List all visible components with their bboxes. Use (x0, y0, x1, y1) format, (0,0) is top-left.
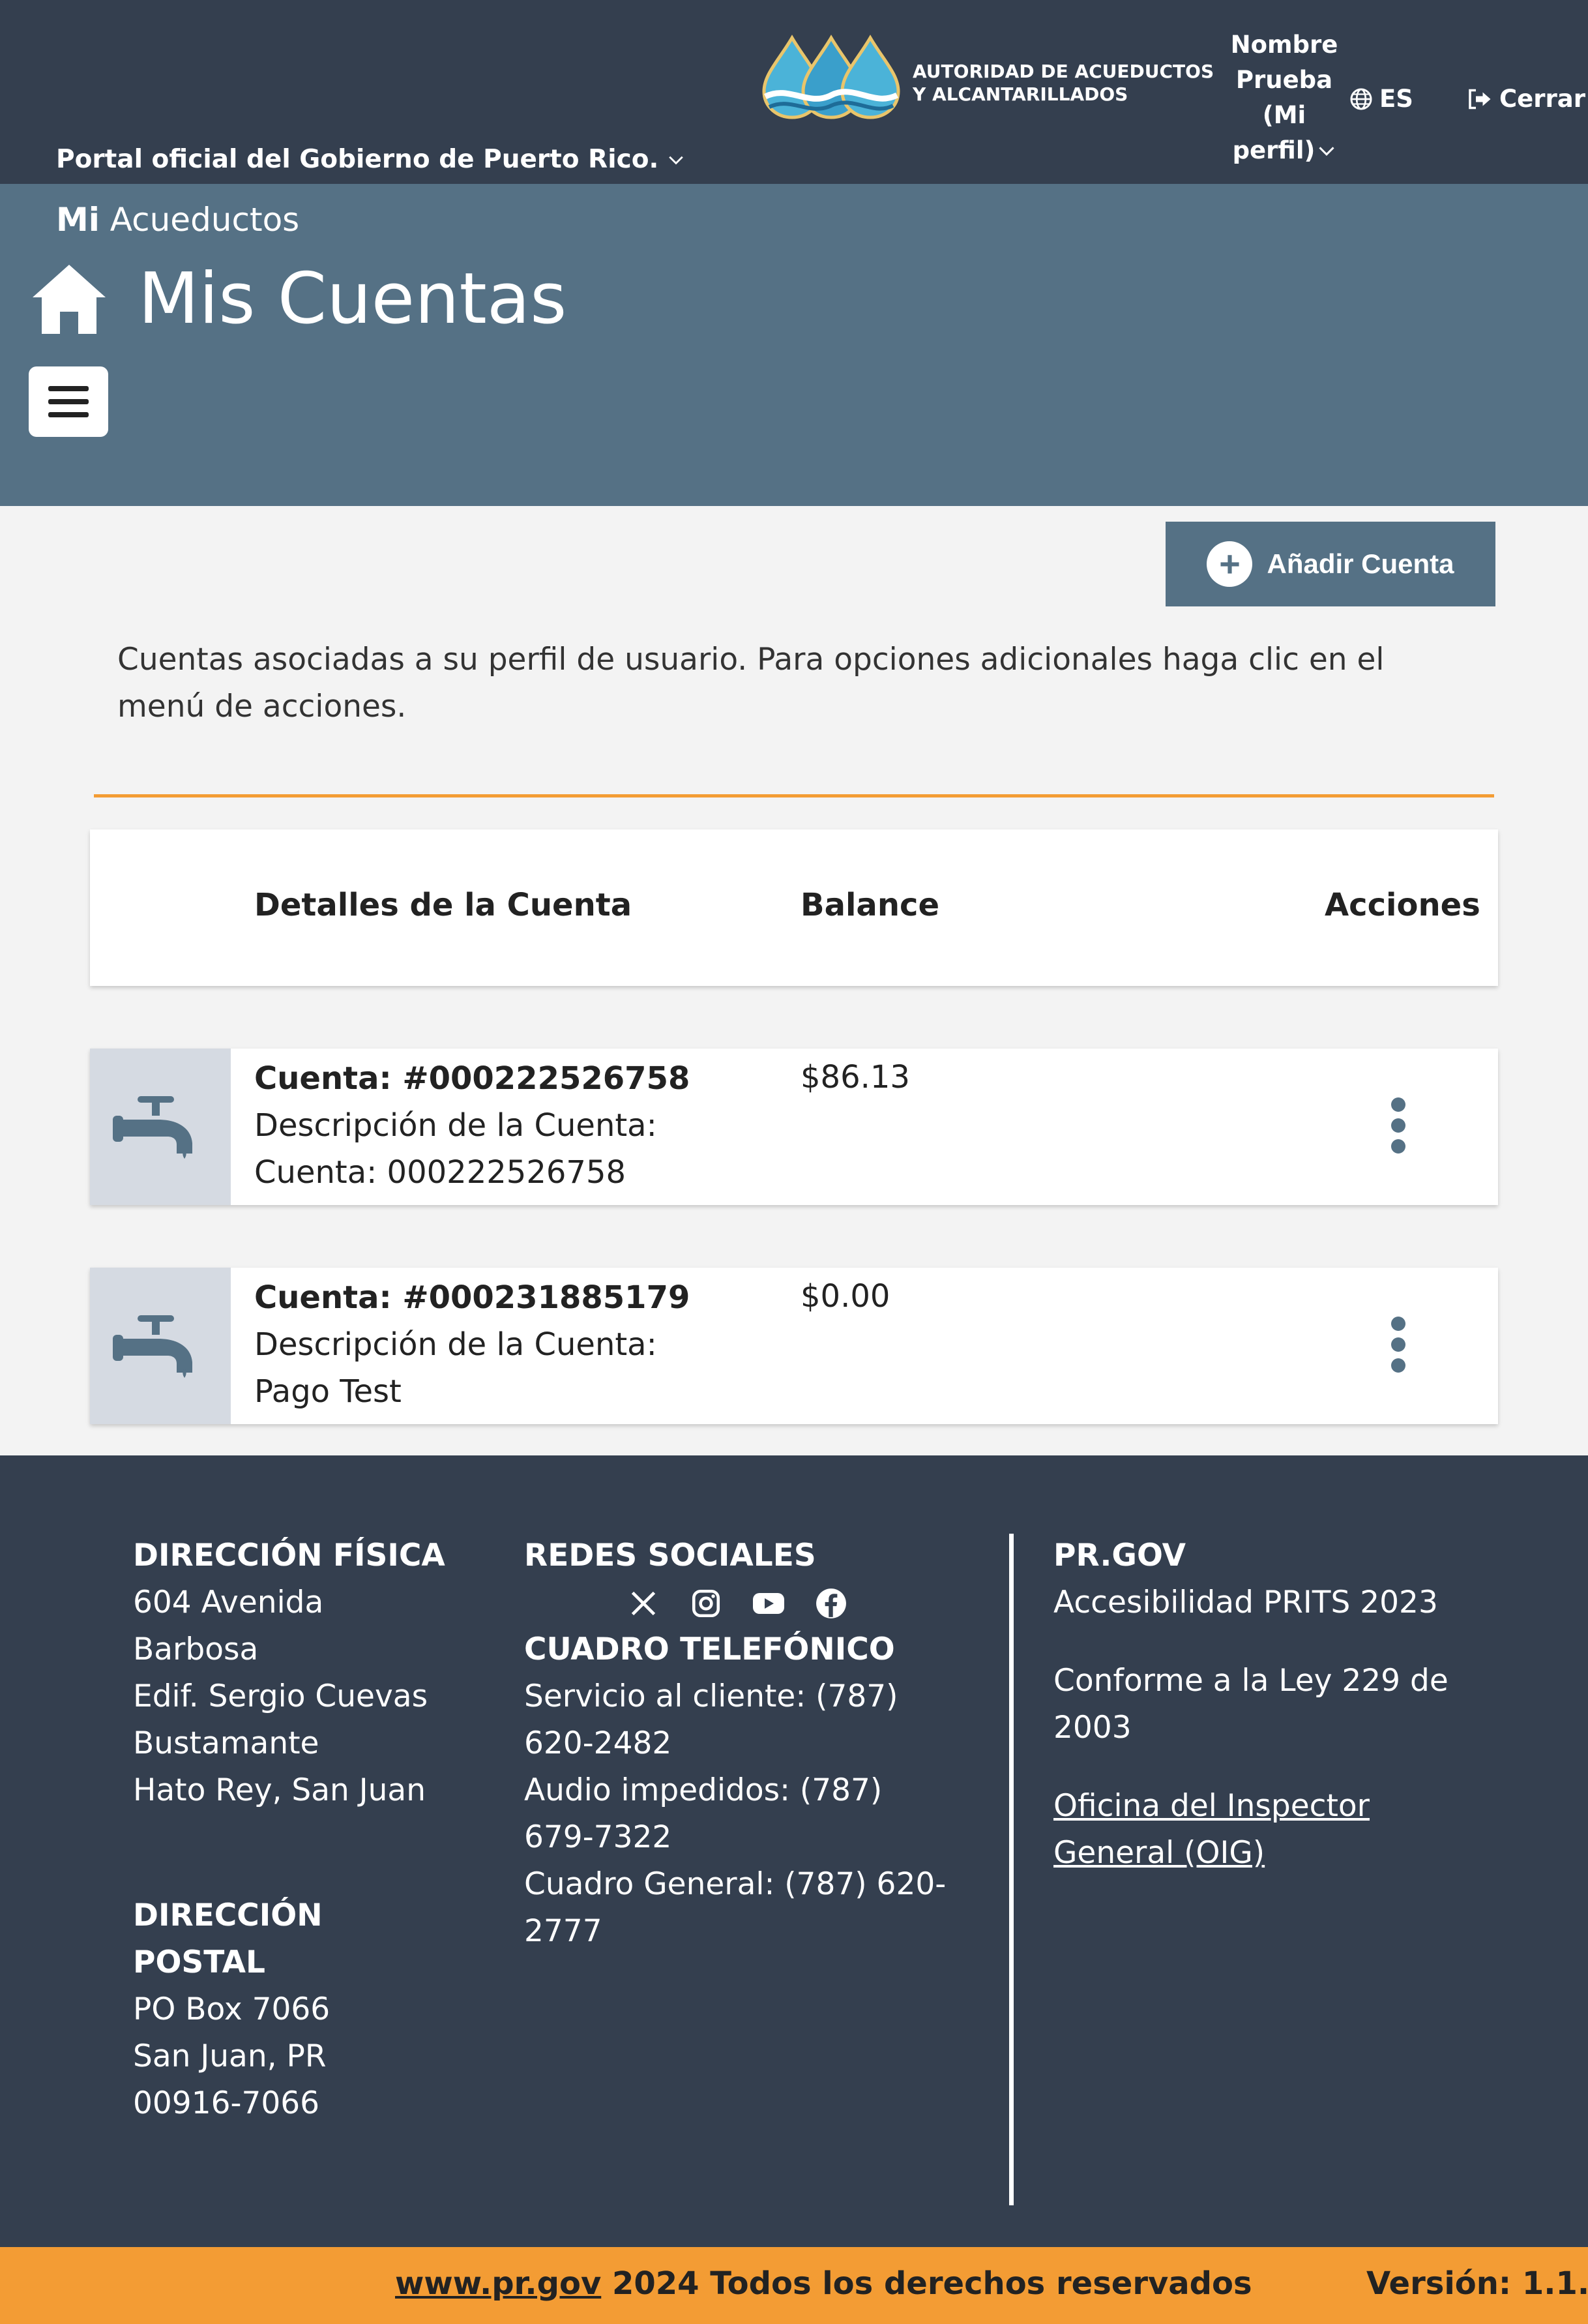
actions-menu-button[interactable] (1369, 1093, 1428, 1158)
chevron-down-icon (1319, 147, 1334, 156)
dot (1391, 1317, 1405, 1331)
postal-line: 00916-7066 (133, 2085, 320, 2121)
phone-line: 679-7322 (524, 1819, 672, 1855)
page-title: Mis Cuentas (138, 258, 567, 340)
user-line-3: (Mi (1262, 101, 1306, 129)
physical-line: 604 Avenida (133, 1585, 324, 1620)
account-balance: $0.00 (801, 1278, 890, 1315)
phone-line: Cuadro General: (787) 620- (524, 1866, 947, 1902)
brand-bold: Mi (56, 201, 100, 239)
sign-out-icon (1469, 89, 1491, 109)
oig-line-1: Oficina del Inspector (1053, 1788, 1370, 1824)
gov-portal-dropdown[interactable]: Portal oficial del Gobierno de Puerto Ri… (56, 145, 684, 174)
column-header-actions: Acciones (1325, 887, 1480, 923)
column-header-balance: Balance (801, 887, 939, 923)
column-header-details: Detalles de la Cuenta (254, 887, 632, 923)
postal-title-1: DIRECCIÓN (133, 1898, 323, 1933)
account-description: Pago Test (254, 1373, 402, 1410)
plus-circle-icon: + (1207, 541, 1253, 587)
social-title: REDES SOCIALES (524, 1538, 816, 1573)
physical-address: DIRECCIÓN FÍSICA 604 Avenida Barbosa Edi… (133, 1532, 472, 1814)
accessibility-text: Accesibilidad PRITS 2023 (1053, 1585, 1438, 1620)
section-divider (94, 794, 1494, 797)
add-account-label: Añadir Cuenta (1267, 548, 1454, 579)
postal-line: San Juan, PR (133, 2038, 327, 2074)
user-line-1: Nombre (1230, 31, 1338, 59)
phone-line: 2777 (524, 1913, 602, 1949)
postal-line: PO Box 7066 (133, 1991, 331, 2027)
postal-title-2: POSTAL (133, 1944, 265, 1980)
brand-rest: Acueductos (99, 201, 300, 239)
phone-line: 620-2482 (524, 1725, 672, 1761)
postal-address: DIRECCIÓN POSTAL PO Box 7066 San Juan, P… (133, 1892, 472, 2127)
account-icon-cell (90, 1049, 231, 1205)
menu-icon (48, 386, 89, 417)
account-details: Cuenta: #000222526758 Descripción de la … (254, 1055, 690, 1196)
account-number: Cuenta: #000222526758 (254, 1060, 690, 1097)
dot (1391, 1358, 1405, 1373)
copyright: www.pr.gov 2024 Todos los derechos reser… (395, 2265, 1252, 2302)
physical-address-title: DIRECCIÓN FÍSICA (133, 1538, 445, 1573)
x-icon[interactable] (626, 1586, 661, 1621)
user-line-4: perfil) (1232, 136, 1316, 164)
physical-line: Edif. Sergio Cuevas (133, 1678, 428, 1714)
physical-line: Hato Rey, San Juan (133, 1772, 426, 1808)
intro-text: Cuentas asociadas a su perfil de usuario… (117, 636, 1434, 730)
dot (1391, 1337, 1405, 1352)
aaa-logo (762, 35, 900, 119)
law-line-1: Conforme a la Ley 229 de (1053, 1663, 1448, 1699)
account-description: Cuenta: 000222526758 (254, 1154, 626, 1191)
footer-divider (1009, 1534, 1014, 2205)
phone-directory: CUADRO TELEFÓNICO Servicio al cliente: (… (524, 1626, 980, 1955)
globe-icon (1350, 88, 1372, 110)
account-desc-label: Descripción de la Cuenta: (254, 1326, 657, 1363)
version-label: Versión: 1.1.0 (1366, 2265, 1588, 2302)
oig-line-2: General (OIG) (1053, 1835, 1265, 1871)
physical-line: Bustamante (133, 1725, 319, 1761)
home-icon[interactable] (29, 261, 110, 336)
prgov-section: PR.GOV Accesibilidad PRITS 2023 Conforme… (1053, 1532, 1523, 1877)
brand-name: Mi Acueductos (56, 201, 299, 239)
phone-line: Audio impedidos: (787) (524, 1772, 883, 1808)
youtube-icon[interactable] (751, 1586, 786, 1621)
facebook-icon[interactable] (814, 1586, 849, 1621)
intro-line-2: menú de acciones. (117, 689, 407, 724)
social-links (626, 1586, 849, 1621)
instagram-icon[interactable] (688, 1586, 724, 1621)
dot (1391, 1118, 1405, 1133)
account-icon-cell (90, 1268, 231, 1424)
physical-line: Barbosa (133, 1631, 259, 1667)
add-account-button[interactable]: + Añadir Cuenta (1166, 522, 1495, 606)
account-details: Cuenta: #000231885179 Descripción de la … (254, 1274, 690, 1415)
user-line-2: Prueba (1235, 66, 1333, 94)
account-desc-label: Descripción de la Cuenta: (254, 1107, 657, 1144)
faucet-icon (113, 1096, 192, 1159)
oig-link[interactable]: Oficina del Inspector General (OIG) (1053, 1783, 1523, 1877)
account-number: Cuenta: #000231885179 (254, 1279, 690, 1316)
rights-text: 2024 Todos los derechos reservados (601, 2265, 1252, 2302)
logout-button[interactable]: Cerrar (1467, 85, 1585, 113)
actions-menu-button[interactable] (1369, 1312, 1428, 1377)
law-line-2: 2003 (1053, 1710, 1132, 1746)
language-label: ES (1379, 85, 1413, 113)
logo-line-2: Y ALCANTARILLADOS (913, 83, 1128, 105)
chevron-down-icon (669, 156, 684, 164)
faucet-icon (113, 1315, 192, 1378)
account-balance: $86.13 (801, 1059, 910, 1095)
prgov-title: PR.GOV (1053, 1538, 1186, 1573)
logout-label: Cerrar (1499, 85, 1585, 113)
phone-title: CUADRO TELEFÓNICO (524, 1631, 895, 1667)
dot (1391, 1139, 1405, 1154)
gov-portal-label: Portal oficial del Gobierno de Puerto Ri… (56, 145, 659, 174)
phone-line: Servicio al cliente: (787) (524, 1678, 898, 1714)
prgov-link[interactable]: www.pr.gov (395, 2265, 601, 2302)
hamburger-menu-button[interactable] (29, 366, 108, 437)
logo-text: AUTORIDAD DE ACUEDUCTOS Y ALCANTARILLADO… (913, 60, 1214, 106)
logo-line-1: AUTORIDAD DE ACUEDUCTOS (913, 61, 1214, 82)
intro-line-1: Cuentas asociadas a su perfil de usuario… (117, 642, 1385, 678)
dot (1391, 1097, 1405, 1112)
user-profile-menu[interactable]: Nombre Prueba (Mi perfil) (1213, 27, 1356, 168)
language-selector[interactable]: ES (1349, 85, 1413, 113)
